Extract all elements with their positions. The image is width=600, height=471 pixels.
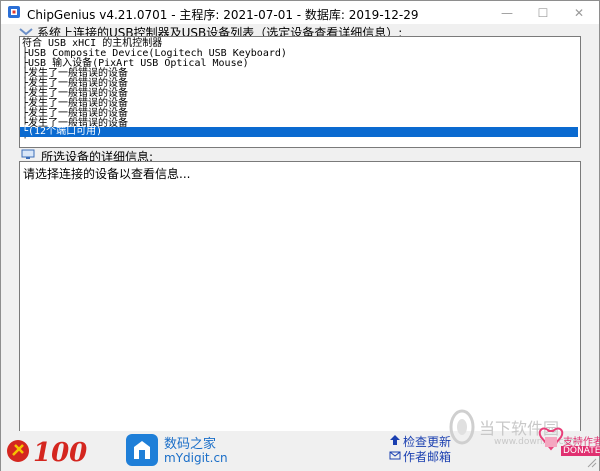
minimize-button[interactable]: — (489, 1, 525, 24)
maximize-icon: ☐ (537, 5, 549, 20)
author-email-icon (389, 451, 401, 460)
party-100-logo: 100 (7, 438, 87, 468)
close-icon: ✕ (573, 5, 585, 20)
close-button[interactable]: ✕ (561, 1, 597, 24)
device-list[interactable]: 符合 USB xHCI 的主机控制器 ├USB Composite Device… (19, 36, 581, 148)
minimize-icon: — (501, 5, 513, 20)
window-title: ChipGenius v4.21.0701 - 主程序: 2021-07-01 … (27, 8, 419, 22)
brand-url[interactable]: mYdigit.cn (164, 451, 228, 465)
monitor-icon (21, 149, 35, 159)
details-text: 请选择连接的设备以查看信息... (23, 167, 191, 181)
device-list-item-selected[interactable]: └(12个端口可用) (20, 127, 578, 137)
brand-name[interactable]: 数码之家 (164, 433, 216, 452)
donate-badge[interactable]: DONATE (561, 446, 600, 456)
update-arrow-icon (390, 435, 400, 445)
mydigit-logo-icon[interactable] (125, 433, 159, 467)
title-bar[interactable]: ChipGenius v4.21.0701 - 主程序: 2021-07-01 … (1, 1, 599, 24)
resize-grip-icon[interactable] (585, 456, 597, 468)
author-email-link[interactable]: 作者邮箱 (403, 448, 451, 465)
watermark-logo-icon (449, 409, 475, 445)
maximize-button[interactable]: ☐ (525, 1, 561, 24)
details-panel[interactable]: 请选择连接的设备以查看信息... (19, 161, 581, 433)
svg-text:100: 100 (33, 438, 87, 468)
chipgenius-app-icon (8, 6, 20, 18)
main-window: ChipGenius v4.21.0701 - 主程序: 2021-07-01 … (0, 0, 600, 471)
